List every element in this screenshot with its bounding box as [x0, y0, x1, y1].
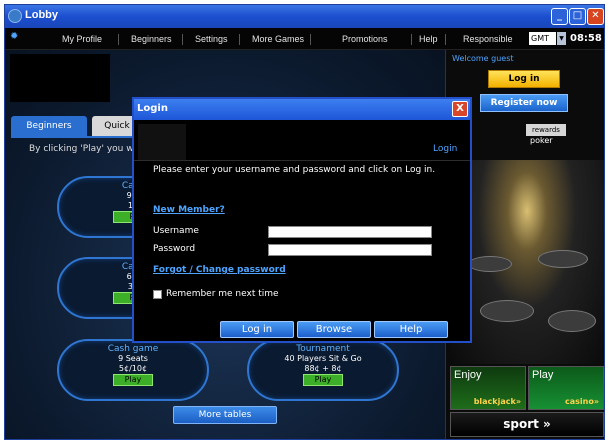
forgot-password-link[interactable]: Forgot / Change password	[153, 265, 286, 275]
rewards-badge[interactable]: rewards	[526, 124, 566, 136]
table-seats: 9 Seats	[118, 354, 148, 363]
menu-divider	[411, 34, 412, 45]
log-in-button[interactable]: Log in	[488, 70, 560, 88]
menu-my-profile[interactable]: My Profile	[62, 34, 102, 44]
more-tables-button[interactable]: More tables	[173, 406, 277, 424]
menu-beginners[interactable]: Beginners	[131, 34, 172, 44]
room-table-graphic	[548, 310, 596, 332]
password-input[interactable]	[268, 244, 432, 256]
dialog-title: Login	[137, 103, 168, 114]
divider	[134, 160, 470, 161]
password-label: Password	[153, 244, 196, 254]
login-dialog: Login X Login Please enter your username…	[132, 97, 472, 343]
table-name: Cash game	[107, 344, 159, 354]
title-bar[interactable]: Lobby _ □ ✕	[5, 5, 604, 28]
log-in-submit-button[interactable]: Log in	[220, 321, 294, 338]
table-card[interactable]: Tournament 40 Players Sit & Go 88¢ + 8¢ …	[247, 339, 399, 401]
table-stakes: 88¢ + 8¢	[304, 364, 342, 373]
menu-promotions[interactable]: Promotions	[342, 34, 388, 44]
settings-gear-icon[interactable]: ✹	[10, 31, 18, 42]
dialog-close-button[interactable]: X	[452, 101, 468, 117]
menu-help[interactable]: Help	[419, 34, 438, 44]
timezone-select[interactable]: GMT	[529, 32, 556, 45]
table-card[interactable]: Cash game 9 Seats 5¢/10¢ Play	[57, 339, 209, 401]
room-table-graphic	[468, 256, 512, 272]
app-logo-icon	[8, 9, 22, 23]
username-input[interactable]	[268, 226, 432, 238]
clock: 08:58	[570, 33, 602, 44]
menu-divider	[445, 34, 446, 45]
casino-room-banner[interactable]	[450, 160, 604, 364]
remember-me-label: Remember me next time	[166, 289, 279, 299]
play-button[interactable]: Play	[303, 374, 343, 386]
menu-divider	[118, 34, 119, 45]
brand-logo	[10, 54, 110, 102]
poker-label: poker	[530, 136, 553, 145]
promo-link: blackjack»	[473, 397, 521, 406]
register-button[interactable]: Register now	[480, 94, 568, 112]
chevron-down-icon[interactable]: ▼	[557, 32, 566, 45]
menu-bar: ✹ My Profile Beginners Settings More Gam…	[5, 28, 604, 50]
new-member-link[interactable]: New Member?	[153, 205, 225, 215]
close-button[interactable]: ✕	[587, 8, 604, 25]
casino-promo[interactable]: Play casino»	[528, 366, 604, 410]
dialog-title-bar[interactable]: Login X	[134, 99, 470, 120]
dialog-login-label: Login	[433, 144, 458, 154]
menu-responsible[interactable]: Responsible	[463, 34, 513, 44]
blackjack-promo[interactable]: Enjoy blackjack»	[450, 366, 526, 410]
promo-link: casino»	[564, 397, 599, 406]
menu-divider	[310, 34, 311, 45]
window-title: Lobby	[25, 9, 58, 21]
sport-promo[interactable]: sport »	[450, 412, 604, 437]
promo-headline: Play	[532, 369, 554, 381]
remember-me-checkbox[interactable]	[153, 290, 162, 299]
menu-more-games[interactable]: More Games	[252, 34, 304, 44]
menu-settings[interactable]: Settings	[195, 34, 228, 44]
login-instructions: Please enter your username and password …	[153, 165, 436, 175]
dialog-logo	[138, 124, 186, 160]
promo-headline: Enjoy	[454, 369, 482, 381]
room-table-graphic	[480, 300, 534, 322]
play-button[interactable]: Play	[113, 374, 153, 386]
tab-beginners[interactable]: Beginners	[11, 116, 87, 136]
room-table-graphic	[538, 250, 588, 268]
welcome-text: Welcome guest	[452, 54, 514, 63]
maximize-button[interactable]: □	[569, 8, 586, 25]
menu-divider	[182, 34, 183, 45]
menu-divider	[239, 34, 240, 45]
minimize-button[interactable]: _	[551, 8, 568, 25]
table-seats: 40 Players Sit & Go	[284, 354, 362, 363]
table-name: Tournament	[296, 344, 350, 354]
browse-button[interactable]: Browse	[297, 321, 371, 338]
table-stakes: 5¢/10¢	[118, 364, 148, 373]
help-button[interactable]: Help	[374, 321, 448, 338]
username-label: Username	[153, 226, 199, 236]
